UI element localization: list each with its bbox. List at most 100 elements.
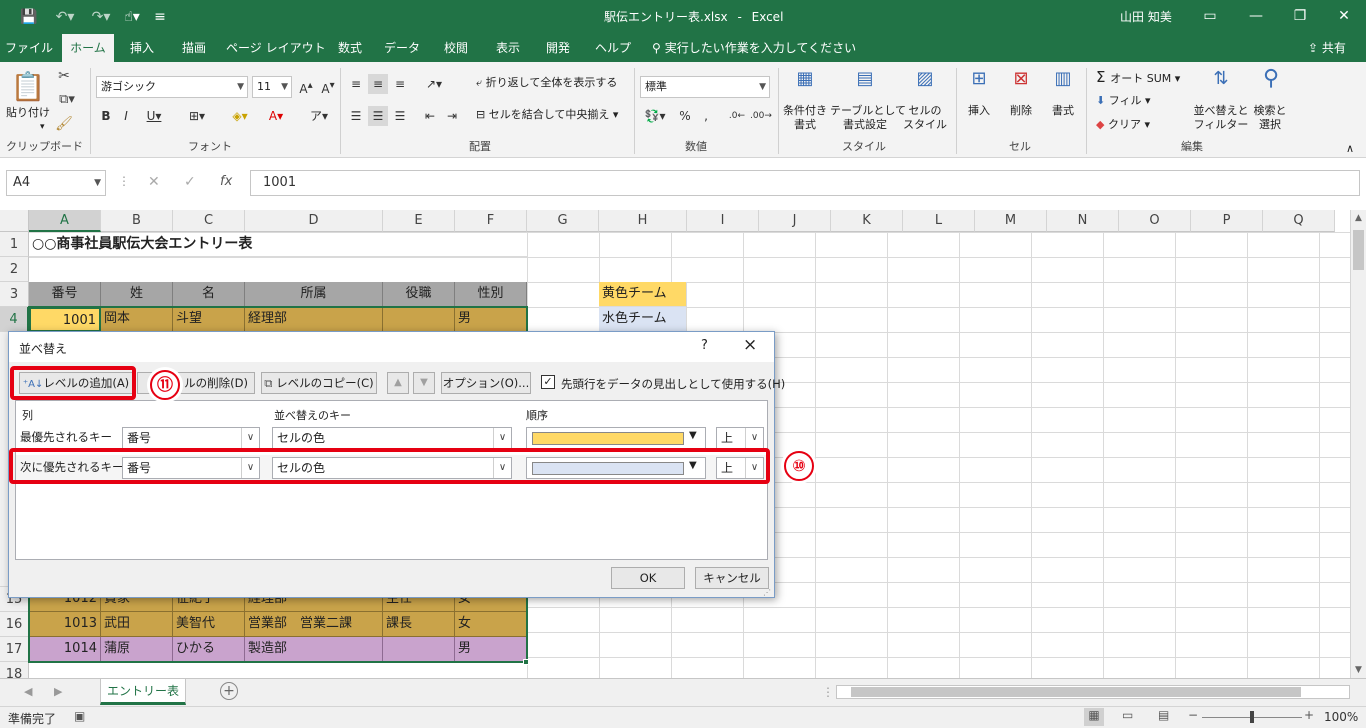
- page-break-view-icon[interactable]: ▤: [1158, 708, 1169, 722]
- table-cell[interactable]: 課長: [383, 612, 455, 637]
- sort-column-select[interactable]: 番号 ∨: [122, 427, 260, 449]
- scroll-thumb[interactable]: [1353, 230, 1364, 270]
- help-icon[interactable]: ?: [701, 338, 708, 353]
- autosum-button[interactable]: Σ オート SUM ▾: [1096, 70, 1180, 86]
- merge-center-button[interactable]: ⊟ セルを結合して中央揃え ▾: [476, 108, 618, 122]
- tab-help[interactable]: ヘルプ: [588, 34, 638, 62]
- column-header[interactable]: P: [1191, 210, 1263, 232]
- table-cell[interactable]: 美智代: [173, 612, 245, 637]
- row-header[interactable]: 17: [0, 637, 29, 662]
- customize-qat-icon[interactable]: ≡: [152, 6, 168, 28]
- paste-button[interactable]: 貼り付け: [4, 106, 52, 120]
- table-cell[interactable]: 女: [455, 612, 527, 637]
- row-header[interactable]: 2: [0, 257, 29, 282]
- cancel-button[interactable]: キャンセル: [695, 567, 769, 589]
- column-header[interactable]: E: [383, 210, 455, 232]
- tab-page-layout[interactable]: ページ レイアウト: [226, 34, 326, 62]
- paste-icon[interactable]: 📋: [10, 70, 46, 103]
- zoom-out-icon[interactable]: −: [1188, 708, 1198, 722]
- format-as-table-button[interactable]: テーブルとして 書式設定: [830, 104, 906, 132]
- prev-sheet-icon[interactable]: ◀: [24, 685, 32, 698]
- row-header[interactable]: 4: [0, 307, 29, 332]
- number-format-select[interactable]: 標準 ▼: [640, 76, 770, 98]
- table-cell[interactable]: 男: [455, 307, 527, 332]
- row-header[interactable]: 3: [0, 282, 29, 307]
- delete-cells-button[interactable]: 削除: [1004, 104, 1038, 118]
- currency-icon[interactable]: 💱▾: [640, 106, 670, 126]
- row-header[interactable]: 16: [0, 612, 29, 637]
- save-icon[interactable]: 💾: [18, 6, 40, 28]
- zoom-slider-thumb[interactable]: [1250, 711, 1254, 723]
- add-sheet-icon[interactable]: +: [220, 682, 238, 700]
- redo-icon[interactable]: ↷▾: [86, 6, 116, 28]
- row-header[interactable]: 1: [0, 232, 29, 257]
- sort-filter-button[interactable]: 並べ替えと フィルター: [1190, 104, 1252, 132]
- table-cell[interactable]: [383, 307, 455, 332]
- header-cell[interactable]: 名: [173, 282, 245, 307]
- close-icon[interactable]: ×: [743, 335, 757, 355]
- touch-mode-icon[interactable]: ☝▾: [118, 6, 146, 28]
- sort-on-select[interactable]: セルの色 ∨: [272, 427, 512, 449]
- column-header[interactable]: G: [527, 210, 599, 232]
- column-header[interactable]: O: [1119, 210, 1191, 232]
- restore-icon[interactable]: ❐: [1280, 4, 1320, 28]
- table-cell[interactable]: 男: [455, 637, 527, 662]
- font-name-select[interactable]: 游ゴシック ▼: [96, 76, 248, 98]
- fill-color-icon[interactable]: ◈▾: [224, 106, 256, 126]
- close-window-icon[interactable]: ✕: [1324, 4, 1364, 28]
- align-center-icon[interactable]: ☰: [368, 106, 388, 126]
- header-cell[interactable]: 姓: [101, 282, 173, 307]
- resize-grip-icon[interactable]: ⋰: [763, 588, 771, 597]
- percent-icon[interactable]: %: [676, 106, 694, 126]
- cell-styles-button[interactable]: セルの スタイル: [900, 104, 950, 132]
- paste-dropdown-icon[interactable]: ▾: [40, 120, 45, 134]
- header-cell[interactable]: 性別: [455, 282, 527, 307]
- insert-function-icon[interactable]: fx: [220, 174, 232, 189]
- shrink-font-icon[interactable]: A▾: [318, 76, 338, 96]
- column-header[interactable]: N: [1047, 210, 1119, 232]
- scroll-thumb[interactable]: [851, 687, 1301, 697]
- tab-formulas[interactable]: 数式: [328, 34, 372, 62]
- column-header[interactable]: I: [687, 210, 759, 232]
- align-middle-icon[interactable]: ≡: [368, 74, 388, 94]
- column-header[interactable]: L: [903, 210, 975, 232]
- column-header[interactable]: A: [29, 210, 101, 232]
- italic-icon[interactable]: I: [118, 106, 134, 126]
- table-cell[interactable]: 1014: [29, 637, 101, 662]
- page-layout-view-icon[interactable]: ▭: [1122, 708, 1133, 722]
- bold-icon[interactable]: B: [98, 106, 114, 126]
- underline-icon[interactable]: U▾: [140, 106, 168, 126]
- copy-level-button[interactable]: ⧉ レベルのコピー(C): [261, 372, 377, 394]
- copy-icon[interactable]: ⧉▾: [54, 92, 80, 107]
- tab-insert[interactable]: 挿入: [120, 34, 164, 62]
- table-cell[interactable]: 斗望: [173, 307, 245, 332]
- column-header[interactable]: B: [101, 210, 173, 232]
- ok-button[interactable]: OK: [611, 567, 685, 589]
- next-sheet-icon[interactable]: ▶: [54, 685, 62, 698]
- sheet-title[interactable]: ○○商事社員駅伝大会エントリー表: [29, 232, 527, 257]
- order-color-select[interactable]: ▼: [526, 427, 706, 449]
- ribbon-display-icon[interactable]: ▭: [1190, 4, 1230, 28]
- table-cell[interactable]: 製造部: [245, 637, 383, 662]
- align-bottom-icon[interactable]: ≡: [390, 74, 410, 94]
- cut-icon[interactable]: ✂: [54, 68, 74, 84]
- order-position-select[interactable]: 上 ∨: [716, 427, 764, 449]
- minimize-icon[interactable]: —: [1236, 4, 1276, 28]
- column-header[interactable]: F: [455, 210, 527, 232]
- legend-yellow-team[interactable]: 黄色チーム: [599, 282, 687, 307]
- align-right-icon[interactable]: ☰: [390, 106, 410, 126]
- column-header[interactable]: C: [173, 210, 245, 232]
- scroll-down-icon[interactable]: ▼: [1351, 662, 1366, 678]
- find-select-button[interactable]: 検索と 選択: [1250, 104, 1290, 132]
- sheet-tab-entry[interactable]: エントリー表: [100, 679, 186, 705]
- active-cell[interactable]: 1001: [29, 307, 101, 332]
- column-header[interactable]: K: [831, 210, 903, 232]
- formula-input[interactable]: 1001: [250, 170, 1360, 196]
- tab-developer[interactable]: 開発: [536, 34, 580, 62]
- table-cell[interactable]: ひかる: [173, 637, 245, 662]
- wrap-text-button[interactable]: ⤶ 折り返して全体を表示する: [476, 76, 617, 90]
- column-header[interactable]: H: [599, 210, 687, 232]
- column-header[interactable]: Q: [1263, 210, 1335, 232]
- move-up-button[interactable]: ▲: [387, 372, 409, 394]
- fill-button[interactable]: ⬇ フィル ▾: [1096, 94, 1151, 108]
